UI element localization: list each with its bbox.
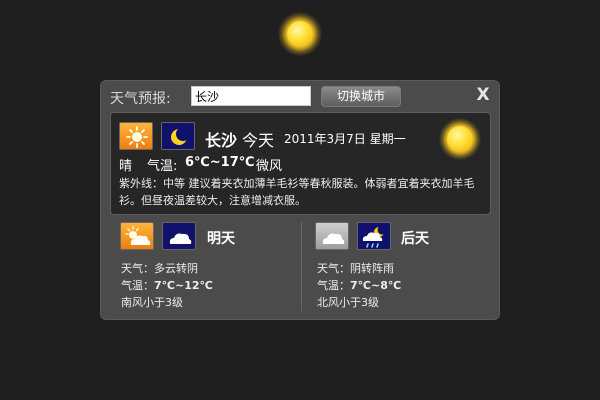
- day-after-wind: 北风小于3级: [317, 296, 379, 309]
- moon-icon: [161, 122, 195, 150]
- cloud-icon: [315, 222, 349, 250]
- today-date: 2011年3月7日 星期一: [284, 132, 406, 146]
- today-condition: 晴: [119, 159, 133, 174]
- tomorrow-temp: 7℃~12℃: [154, 279, 213, 292]
- tomorrow-temp-label: 气温：: [121, 279, 154, 292]
- tomorrow-temp-row: 气温：7℃~12℃: [121, 277, 213, 293]
- today-wind: 微风: [256, 159, 283, 174]
- day-after-temp-row: 气温：7℃~8℃: [317, 277, 401, 293]
- stage: 天气预报: 切换城市 X: [0, 0, 600, 400]
- weather-widget: 天气预报: 切换城市 X: [100, 80, 500, 320]
- tomorrow-wind: 南风小于3级: [121, 296, 183, 309]
- today-uv-advice: 紫外线：中等 建议着夹衣加薄羊毛衫等春秋服装。体弱者宜着夹衣加羊毛衫。但昼夜温差…: [119, 177, 475, 207]
- today-panel: 长沙 今天 2011年3月7日 星期一 晴 气温: 6℃~17℃ 微风 紫外线：…: [110, 112, 491, 215]
- today-sun-icon: [439, 118, 481, 160]
- tomorrow-label: 明天: [207, 231, 235, 247]
- today-city: 长沙: [205, 131, 238, 150]
- today-temp-label: 气温:: [147, 159, 178, 174]
- switch-city-button[interactable]: 切换城市: [321, 86, 401, 107]
- sun-icon: [119, 122, 153, 150]
- day-after-weather: 天气：阴转阵雨: [317, 262, 394, 275]
- sun-decoration-icon: [278, 12, 322, 56]
- day-after-label: 后天: [401, 231, 429, 247]
- close-button[interactable]: X: [473, 84, 493, 106]
- night-shower-icon: [357, 222, 391, 250]
- city-input[interactable]: [191, 86, 311, 106]
- today-day-label: 今天: [242, 131, 275, 150]
- forecast-divider: [301, 222, 302, 311]
- today-temp: 6℃~17℃: [185, 155, 255, 170]
- day-after-temp: 7℃~8℃: [350, 279, 402, 292]
- forecast-label: 天气预报:: [110, 91, 171, 107]
- partly-cloudy-icon: [120, 222, 154, 250]
- tomorrow-weather: 天气：多云转阴: [121, 262, 198, 275]
- cloud-icon: [162, 222, 196, 250]
- day-after-temp-label: 气温：: [317, 279, 350, 292]
